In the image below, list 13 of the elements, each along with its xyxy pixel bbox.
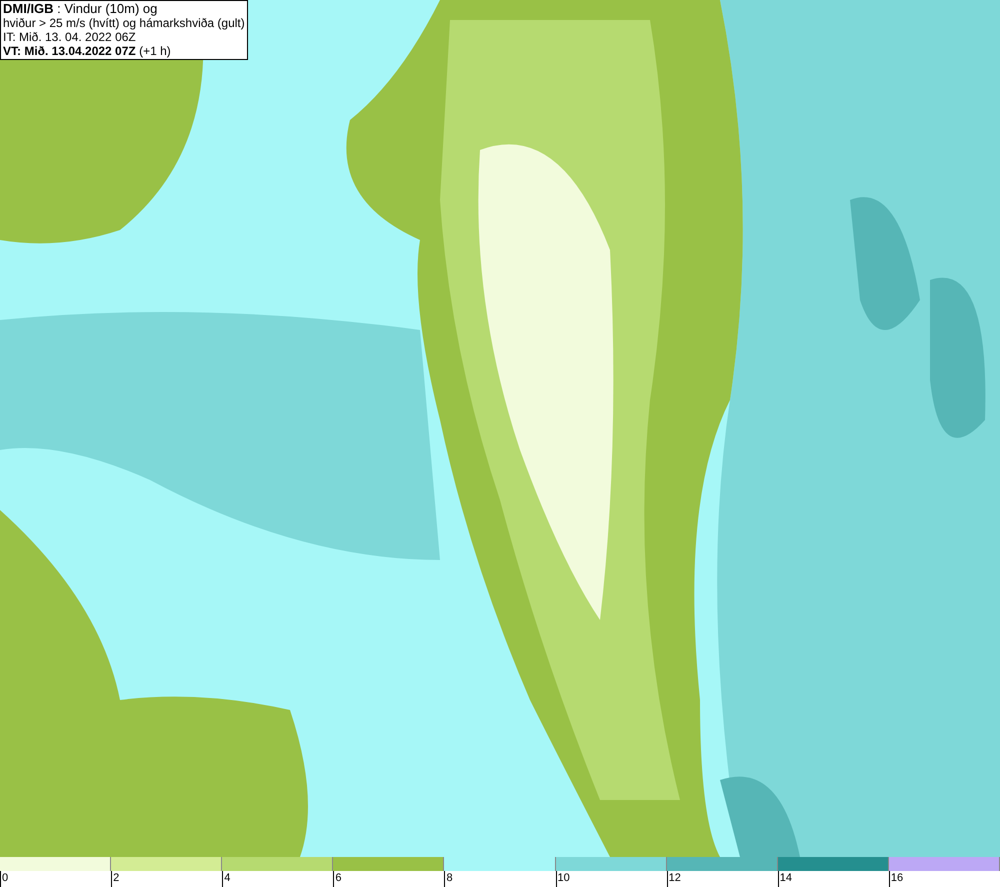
legend-label: 0 bbox=[1, 871, 8, 885]
legend-label: 4 bbox=[223, 871, 230, 885]
info-line: VT: Mið. 13.04.2022 07Z (+1 h) bbox=[3, 44, 172, 58]
legend-label: 8 bbox=[445, 871, 453, 885]
info-line: IT: Mið. 13. 04. 2022 06Z bbox=[3, 30, 137, 44]
legend-label: 12 bbox=[668, 871, 681, 885]
info-line: hviður > 25 m/s (hvítt) og hámarkshviða (gult) bbox=[3, 16, 245, 30]
info-line: DMI/IGB : Vindur (10m) og bbox=[3, 2, 158, 16]
legend-label: 10 bbox=[556, 871, 570, 885]
legend-label: 2 bbox=[112, 871, 120, 885]
legend-label: 16 bbox=[890, 871, 904, 885]
legend-label: 6 bbox=[334, 871, 342, 885]
legend-label: 14 bbox=[778, 871, 792, 885]
